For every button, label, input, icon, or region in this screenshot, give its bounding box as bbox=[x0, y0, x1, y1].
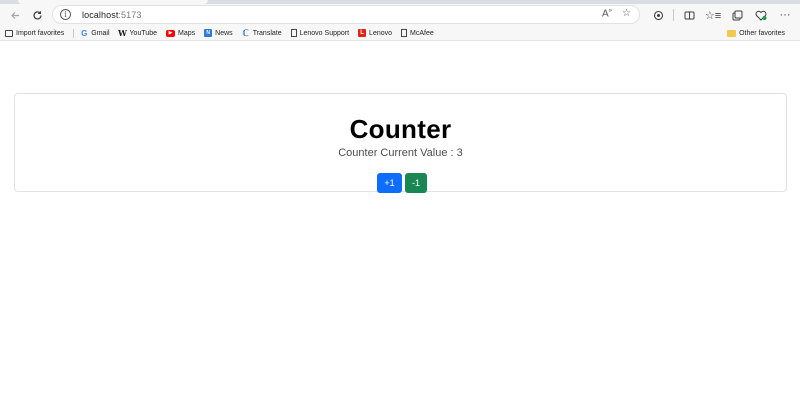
news-icon: N bbox=[204, 29, 213, 37]
site-info-icon[interactable]: i bbox=[60, 9, 71, 20]
counter-card: Counter Counter Current Value : 3 +1 -1 bbox=[14, 93, 787, 193]
bookmark-other-favorites[interactable]: Other favorites bbox=[727, 29, 785, 37]
bookmark-lenovo-support[interactable]: Lenovo Support bbox=[290, 29, 349, 37]
decrement-button[interactable]: -1 bbox=[405, 173, 427, 193]
bookmark-maps[interactable]: ▶ Maps bbox=[166, 29, 195, 37]
back-arrow-icon[interactable] bbox=[4, 4, 26, 26]
google-icon: G bbox=[81, 28, 88, 38]
bookmark-news[interactable]: N News bbox=[204, 29, 233, 37]
collections-icon[interactable] bbox=[725, 4, 749, 26]
bookmark-translate[interactable]: ℂ Translate bbox=[242, 27, 281, 38]
page-content: Counter Counter Current Value : 3 +1 -1 bbox=[0, 42, 800, 408]
url-text[interactable]: localhost:5173 bbox=[82, 10, 141, 20]
toolbar-separator bbox=[673, 9, 674, 21]
page-icon bbox=[290, 29, 297, 37]
refresh-icon[interactable] bbox=[26, 4, 48, 26]
increment-button[interactable]: +1 bbox=[377, 173, 402, 193]
extensions-icon[interactable] bbox=[646, 4, 670, 26]
bookmark-mcafee[interactable]: McAfee bbox=[401, 29, 434, 37]
browser-essentials-icon[interactable] bbox=[749, 4, 773, 26]
bookmark-gmail[interactable]: G Gmail bbox=[80, 28, 109, 38]
page-title: Counter bbox=[349, 114, 452, 144]
read-aloud-icon[interactable]: A» bbox=[602, 8, 612, 19]
page-icon bbox=[401, 29, 408, 37]
bookmark-youtube[interactable]: W YouTube bbox=[118, 28, 157, 38]
address-bar[interactable]: i localhost:5173 A» ☆ bbox=[52, 5, 640, 24]
lenovo-icon: L bbox=[358, 29, 367, 37]
translate-icon: ℂ bbox=[242, 27, 249, 38]
import-icon bbox=[5, 29, 13, 37]
more-menu-icon[interactable]: ··· bbox=[773, 4, 797, 26]
split-screen-icon[interactable] bbox=[677, 4, 701, 26]
folder-icon bbox=[727, 29, 737, 37]
wikipedia-icon: W bbox=[118, 28, 128, 38]
bookmark-separator bbox=[73, 28, 75, 38]
favorites-icon[interactable]: ☆≡ bbox=[701, 4, 725, 26]
browser-toolbar: i localhost:5173 A» ☆ ☆≡ ··· bbox=[0, 4, 800, 26]
bookmark-lenovo[interactable]: L Lenovo bbox=[358, 29, 392, 37]
favorite-star-icon[interactable]: ☆ bbox=[622, 8, 631, 19]
bookmark-import-favorites[interactable]: Import favorites bbox=[5, 29, 64, 37]
youtube-icon: ▶ bbox=[166, 29, 176, 37]
counter-value-text: Counter Current Value : 3 bbox=[338, 147, 463, 159]
bookmarks-bar: Import favorites G Gmail W YouTube ▶ Map… bbox=[0, 26, 800, 41]
